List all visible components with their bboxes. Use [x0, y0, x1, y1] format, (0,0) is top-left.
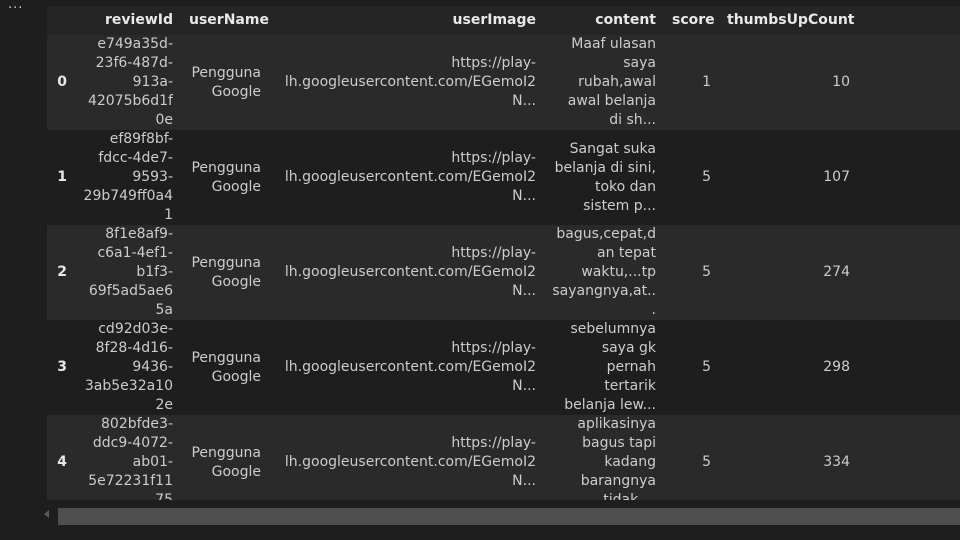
horizontal-scrollbar[interactable]: [40, 506, 960, 526]
cell-username: Pengguna Google: [191, 64, 261, 100]
cell-userimage: https://play-lh.googleusercontent.com/EG…: [284, 245, 536, 299]
cell-username: Pengguna Google: [191, 349, 261, 385]
cell-reviewid: e749a35d-23f6-487d-913a-42075b6d1f0e: [87, 36, 173, 128]
column-header-score: score: [672, 12, 715, 28]
cell-username: Pengguna Google: [191, 444, 261, 480]
cell-gutter: ···: [0, 0, 40, 540]
table-row: 3 cd92d03e-8f28-4d16-9436-3ab5e32a102e Pen…: [47, 320, 960, 415]
cell-username: Pengguna Google: [191, 159, 261, 195]
table-row: 2 8f1e8af9-c6a1-4ef1-b1f3-69f5ad5ae65a Pen…: [47, 225, 960, 320]
cell-userimage: https://play-lh.googleusercontent.com/EG…: [284, 150, 536, 204]
cell-content: sebelumnya saya gk pernah tertarik belan…: [564, 321, 656, 413]
cell-userimage: https://play-lh.googleusercontent.com/EG…: [284, 435, 536, 489]
column-header-index: [47, 6, 75, 35]
cell-score: 5: [702, 454, 711, 470]
cell-content: Maaf ulasan saya rubah,awal awal belanja…: [567, 36, 656, 128]
table-row: 1 ef89f8bf-fdcc-4de7-9593-29b749ff0a41 Pen…: [47, 130, 960, 225]
cell-thumbsupcount: 298: [823, 359, 850, 375]
dataframe-output: reviewId userName userImage content score thu…: [47, 6, 960, 500]
cell-score: 5: [702, 169, 711, 185]
header-row: reviewId userName userImage content score thu…: [47, 6, 960, 35]
column-header-userimage: userImage: [452, 12, 536, 28]
cell-reviewcreatedversion: 3: [858, 415, 960, 500]
cell-thumbsupcount: 274: [823, 264, 850, 280]
cell-userimage: https://play-lh.googleusercontent.com/EG…: [284, 340, 536, 394]
row-index: 1: [57, 169, 67, 185]
cell-reviewcreatedversion: 3: [858, 130, 960, 225]
row-index: 0: [57, 74, 67, 90]
cell-thumbsupcount: 334: [823, 454, 850, 470]
cell-score: 5: [702, 264, 711, 280]
scrollbar-thumb[interactable]: [58, 508, 960, 525]
table-body: 0 e749a35d-23f6-487d-913a-42075b6d1f0e Pen…: [47, 35, 960, 500]
column-header-content: content: [595, 12, 656, 28]
table-row: 0 e749a35d-23f6-487d-913a-42075b6d1f0e Pen…: [47, 35, 960, 130]
cell-reviewid: 802bfde3-ddc9-4072-ab01-5e72231f1175: [88, 416, 173, 500]
row-index: 3: [57, 359, 67, 375]
cell-content: bagus,cepat,dan tepat waktu,...tp sayang…: [552, 226, 656, 318]
column-header-username: userName: [189, 12, 269, 28]
cell-score: 5: [702, 359, 711, 375]
cell-content: aplikasinya bagus tapi kadang barangnya …: [577, 416, 656, 500]
scroll-left-arrow-icon[interactable]: [44, 510, 49, 518]
cell-thumbsupcount: 10: [832, 74, 850, 90]
cell-reviewid: ef89f8bf-fdcc-4de7-9593-29b749ff0a41: [83, 131, 173, 223]
dataframe-table: reviewId userName userImage content score thu…: [47, 6, 960, 500]
cell-reviewcreatedversion: 3: [858, 35, 960, 130]
cell-score: 1: [702, 74, 711, 90]
cell-reviewcreatedversion: 3: [858, 225, 960, 320]
column-header-reviewid: reviewId: [105, 12, 173, 28]
cell-reviewcreatedversion: 3: [858, 320, 960, 415]
cell-reviewid: cd92d03e-8f28-4d16-9436-3ab5e32a102e: [84, 321, 173, 413]
cell-userimage: https://play-lh.googleusercontent.com/EG…: [284, 55, 536, 109]
column-header-reviewcreatedve: reviewCreatedVe: [858, 6, 960, 35]
more-actions-icon[interactable]: ···: [8, 2, 23, 16]
table-row: 4 802bfde3-ddc9-4072-ab01-5e72231f1175 Pen…: [47, 415, 960, 500]
row-index: 4: [57, 454, 67, 470]
cell-content: Sangat suka belanja di sini, toko dan si…: [554, 140, 656, 214]
cell-thumbsupcount: 107: [823, 169, 850, 185]
cell-reviewid: 8f1e8af9-c6a1-4ef1-b1f3-69f5ad5ae65a: [88, 226, 173, 318]
cell-username: Pengguna Google: [191, 254, 261, 290]
column-header-thumbsupcount: thumbsUpCount: [727, 12, 855, 28]
row-index: 2: [57, 264, 67, 280]
